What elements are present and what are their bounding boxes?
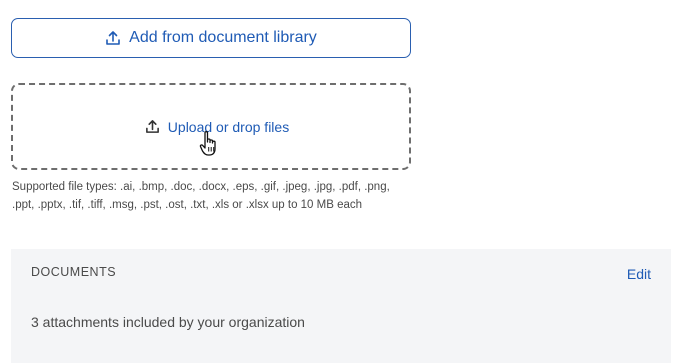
documents-edit-link[interactable]: Edit [627, 266, 651, 282]
attachments-summary: 3 attachments included by your organizat… [31, 314, 305, 330]
upload-icon [145, 119, 160, 134]
documents-panel: DOCUMENTS Edit 3 attachments included by… [11, 249, 671, 363]
upload-icon [105, 30, 121, 46]
upload-or-drop-files-link[interactable]: Upload or drop files [168, 119, 289, 135]
add-from-document-library-button[interactable]: Add from document library [11, 18, 411, 58]
attachments-section: Add from document library Upload or drop… [0, 0, 680, 363]
supported-file-types-note: Supported file types: .ai, .bmp, .doc, .… [12, 181, 390, 211]
hand-pointer-cursor-icon [199, 130, 221, 158]
add-from-document-library-label: Add from document library [129, 29, 317, 46]
documents-title: DOCUMENTS [31, 265, 117, 279]
